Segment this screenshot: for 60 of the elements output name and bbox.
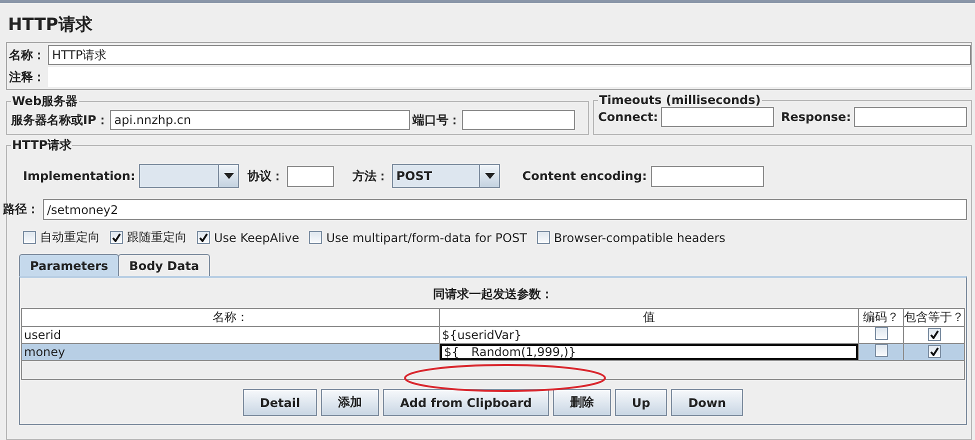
dropdown-button[interactable] (479, 165, 500, 187)
field-label: 方法： (352, 168, 388, 184)
field-label: 服务器名称或IP： (11, 112, 108, 128)
checkbox[interactable] (536, 231, 550, 244)
path-field[interactable]: /setmoney2 (43, 199, 967, 220)
caret-icon (484, 173, 495, 179)
checkbox-label: Use multipart/form-data for POST (326, 230, 527, 244)
connect-field[interactable] (661, 107, 774, 127)
table-cell: ${useridVar} (440, 326, 858, 344)
field-label: 端口号： (412, 112, 460, 128)
server-field[interactable]: api.nnzhp.cn (110, 110, 410, 130)
checkbox-label: Browser-compatible headers (554, 230, 726, 244)
column-header[interactable]: 包含等于？ (904, 308, 964, 326)
checkbox-label: 跟随重定向 (127, 229, 187, 246)
checkbox[interactable] (23, 231, 36, 244)
caret-icon (224, 173, 234, 179)
action-button[interactable]: Down (671, 389, 744, 416)
response-field[interactable] (854, 107, 967, 127)
field-label: 路径： (3, 201, 39, 218)
column-header[interactable]: 名称： (22, 308, 440, 326)
panel-title: HTTP请求 (7, 14, 94, 37)
tab[interactable]: Parameters (19, 254, 120, 276)
column-header[interactable]: 值 (440, 308, 858, 326)
checkbox[interactable] (928, 345, 940, 358)
field-label: 注释： (9, 68, 45, 86)
checkbox[interactable] (197, 231, 210, 244)
dropdown-button[interactable] (218, 165, 238, 187)
checkbox[interactable] (309, 231, 322, 244)
group-title: HTTP请求 (11, 137, 72, 154)
checkbox[interactable] (110, 231, 123, 244)
field-label: Implementation: (23, 169, 136, 183)
port-field[interactable] (462, 110, 576, 130)
tab[interactable]: Body Data (118, 254, 210, 276)
action-button[interactable]: Add from Clipboard (383, 389, 549, 416)
table-cell: money (22, 344, 440, 360)
field-label: Response: (781, 110, 851, 124)
checkbox-label: 自动重定向 (40, 229, 100, 246)
checkbox[interactable] (928, 328, 940, 341)
field-label: 名称： (9, 46, 45, 64)
field-label: Connect: (598, 110, 658, 124)
cell-editor[interactable]: ${__Random(1,999,)} (440, 344, 858, 360)
action-button[interactable]: Detail (242, 389, 318, 416)
table-caption: 同请求一起发送参数： (432, 286, 554, 303)
checkbox[interactable] (874, 344, 888, 357)
table-cell: userid (22, 326, 440, 344)
name-field[interactable]: HTTP请求 (48, 45, 971, 65)
field-label: Content encoding: (522, 169, 647, 183)
checkbox-label: Use KeepAlive (214, 230, 300, 244)
comment-field[interactable] (48, 67, 971, 87)
group-title: Web服务器 (11, 93, 79, 110)
protocol-field[interactable] (287, 166, 334, 186)
column-header[interactable]: 编码？ (858, 308, 904, 326)
method-dropdown[interactable]: POST (392, 164, 500, 188)
action-button[interactable]: 添加 (321, 389, 380, 416)
action-button[interactable]: Up (614, 389, 668, 416)
group-title: Timeouts (milliseconds) (598, 93, 762, 107)
encoding-field[interactable] (650, 166, 764, 186)
field-label: 协议： (247, 168, 284, 184)
action-button[interactable]: 删除 (552, 389, 611, 416)
checkbox[interactable] (874, 327, 888, 340)
